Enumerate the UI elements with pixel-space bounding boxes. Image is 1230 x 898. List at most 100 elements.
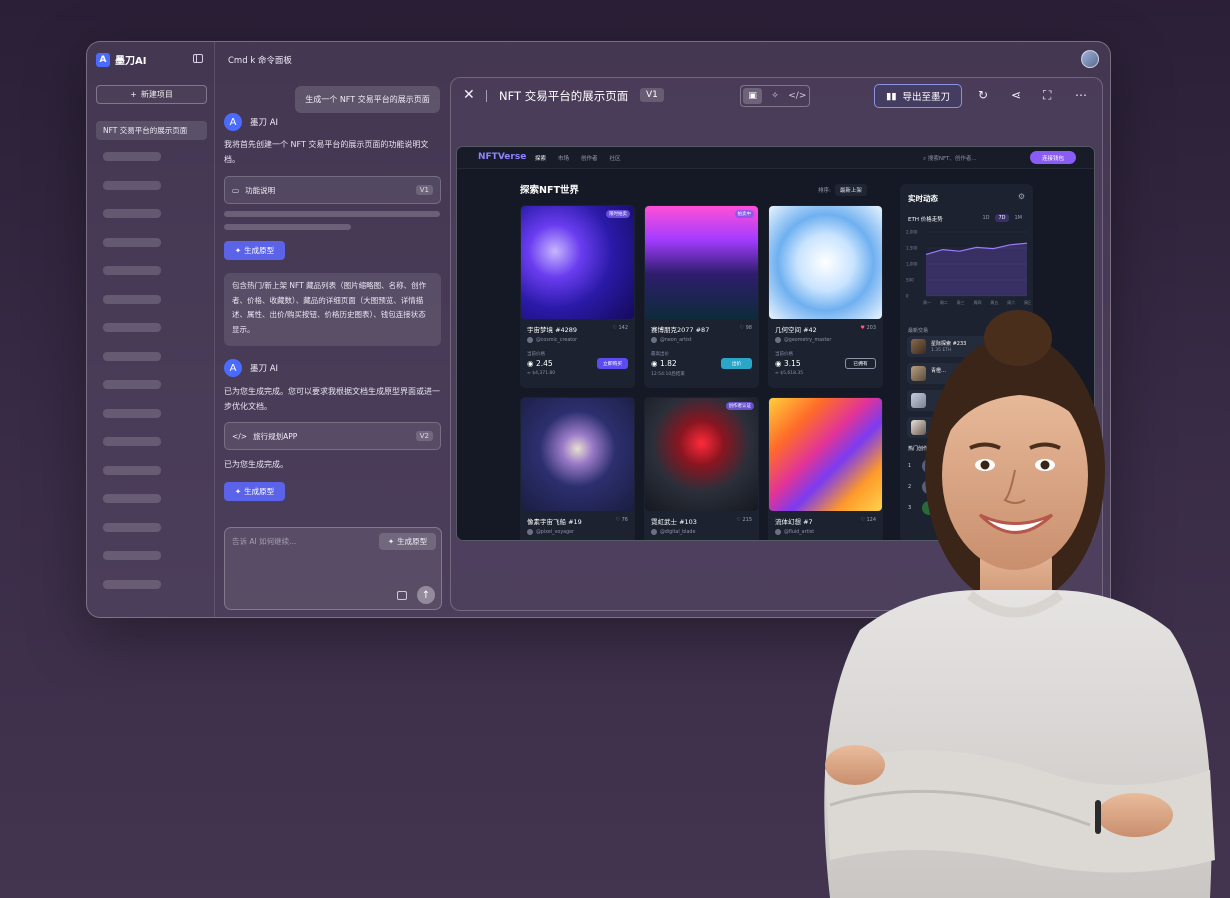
nft-creator[interactable]: @digital_blade [651, 529, 695, 535]
sort-control[interactable]: 排序: 最新上架 [818, 184, 867, 196]
input-generate-label: 生成原型 [397, 537, 428, 546]
nft-creator[interactable]: @cosmic_creator [527, 337, 577, 343]
document-icon: ▭ [232, 185, 240, 195]
mock-nav-item[interactable]: 社区 [610, 154, 621, 162]
doc-card-version: V1 [415, 185, 433, 195]
nft-action-button[interactable]: 立即购买 [597, 358, 628, 369]
sidebar-item-placeholder [103, 580, 161, 589]
sparkle-icon: ✦ [234, 487, 242, 496]
mock-search-input[interactable]: ⌕ 搜索NFT、创作者... [923, 154, 977, 163]
nft-badge: 创作者认证 [725, 402, 754, 410]
preview-mode-icon[interactable]: ▣ [743, 88, 763, 104]
sidebar-item-placeholder [103, 466, 161, 475]
nft-price: ◉ 1.82 [651, 359, 677, 368]
sidebar: A 墨刀AI + 新建项目 NFT 交易平台的展示页面 [87, 42, 215, 617]
sidebar-item-placeholder [103, 523, 161, 532]
generate-label: 生成原型 [244, 487, 275, 496]
preview-version-badge: V1 [640, 88, 664, 102]
user-avatar[interactable] [1081, 50, 1099, 68]
connect-wallet-button[interactable]: 连接钱包 [1030, 151, 1076, 164]
preview-title: NFT 交易平台的展示页面 [499, 89, 629, 103]
chart-y-tick: 1,000 [906, 262, 918, 267]
nft-creator[interactable]: @pixel_voyager [527, 529, 574, 535]
nft-creator[interactable]: @neon_artist [651, 337, 692, 343]
nft-name: 赛博朋克2077 #87 [651, 326, 710, 334]
range-switch: 1D 7D 1M [979, 214, 1025, 222]
export-button[interactable]: ▮▮ 导出至墨刀 [874, 84, 962, 108]
share-icon[interactable]: ⋖ [1011, 88, 1021, 102]
nft-likes-count: 215 [742, 517, 752, 523]
creator-avatar [527, 529, 533, 535]
fullscreen-icon[interactable]: ⛶ [1043, 88, 1051, 103]
logo-icon: A [96, 52, 110, 67]
generate-label: 生成原型 [244, 246, 275, 255]
mock-search-placeholder: 搜索NFT、创作者... [927, 156, 977, 162]
mock-navbar: NFTVerse 探索 市场 创作者 社区 ⌕ 搜索NFT、创作者... 连接钱… [457, 147, 1094, 169]
refresh-icon[interactable]: ↻ [978, 88, 988, 102]
gear-icon[interactable]: ⚙ [1018, 192, 1025, 201]
nft-price-label: 当前价格 [527, 352, 545, 357]
sidebar-item-placeholder [103, 551, 161, 560]
sidebar-item-placeholder [103, 181, 161, 190]
nft-card[interactable]: 创作者认证 霓虹武士 #103 ♡ 215 @digital_blade [644, 397, 759, 540]
nft-likes[interactable]: ♡ 215 [736, 517, 752, 523]
image-upload-icon[interactable] [397, 591, 407, 600]
nft-usd: ≈ $4,371.80 [527, 371, 556, 376]
brand-logo[interactable]: A 墨刀AI [96, 52, 146, 67]
sparkle-icon: ✦ [234, 246, 242, 255]
eth-price-chart: 2,0001,5001,0005000周一周二周三周四周五周六周日 [906, 230, 1031, 306]
prototype-card[interactable]: </> 旅行规划APP V2 [224, 422, 441, 450]
edit-mode-icon[interactable]: ✧ [765, 88, 784, 104]
nft-card[interactable]: 限时拍卖 宇宙梦境 #4289 ♡ 142 @cosmic_creator 当前… [520, 205, 635, 388]
sidebar-item-active[interactable]: NFT 交易平台的展示页面 [96, 121, 207, 140]
sidebar-toggle-icon[interactable] [193, 54, 203, 63]
mock-nav-item[interactable]: 探索 [535, 154, 546, 162]
brand-name: 墨刀AI [115, 56, 147, 67]
ai-done-text: 已为您生成完成。您可以要求我根据文档生成原型界面或进一步优化文档。 [224, 387, 440, 411]
input-generate-button[interactable]: ✦ 生成原型 [379, 533, 436, 550]
nft-price-label: 最高出价 [651, 352, 669, 357]
nft-card[interactable]: 拍卖中 赛博朋克2077 #87 ♡ 98 @neon_artist 最高出价 … [644, 205, 759, 388]
ai-name: 墨刀 AI [250, 364, 279, 374]
code-mode-icon[interactable]: </> [788, 88, 807, 104]
send-button[interactable]: ↑ [417, 586, 435, 604]
sort-select[interactable]: 最新上架 [834, 184, 867, 196]
ai-intro-text: 我将首先创建一个 NFT 交易平台的展示页面的功能说明文档。 [224, 140, 429, 164]
nft-likes-count: 142 [618, 325, 628, 331]
doc-card[interactable]: ▭ 功能说明 V1 [224, 176, 441, 204]
generate-prototype-button[interactable]: ✦ 生成原型 [224, 482, 285, 501]
nft-action-button[interactable]: 出价 [721, 358, 752, 369]
nft-likes[interactable]: ♡ 76 [616, 517, 628, 523]
mock-brand[interactable]: NFTVerse [478, 152, 526, 162]
chat-input[interactable]: 告诉 AI 如何继续... ✦ 生成原型 ↑ [224, 527, 442, 610]
sidebar-item-placeholder [103, 409, 161, 418]
spec-text: 包含热门/新上架 NFT 藏品列表（图片缩略图、名称、创作者、价格、收藏数）、藏… [224, 273, 441, 346]
sidebar-item-placeholder [103, 152, 161, 161]
range-1d[interactable]: 1D [979, 214, 992, 222]
nft-usd: 12:54:10后结束 [651, 372, 685, 377]
ai-header: A 墨刀 AI [224, 359, 278, 377]
nft-likes[interactable]: ♡ 98 [740, 325, 752, 331]
nft-badge: 限时拍卖 [606, 210, 630, 218]
nft-price-value: 2.45 [535, 359, 553, 368]
command-palette-hint[interactable]: Cmd k 命令面板 [228, 54, 292, 66]
ai-avatar-icon: A [224, 359, 242, 377]
eth-chart-label: ETH 价格走势 [908, 217, 943, 223]
mock-nav-item[interactable]: 市场 [558, 154, 569, 162]
more-icon[interactable]: ⋯ [1075, 88, 1087, 102]
chart-y-tick: 1,500 [906, 246, 918, 251]
nft-likes[interactable]: ♡ 142 [612, 325, 628, 331]
close-icon[interactable]: ✕ [463, 87, 475, 103]
view-mode-switch: ▣ ✧ </> [740, 85, 810, 107]
nft-card[interactable]: 像素宇宙飞船 #19 ♡ 76 @pixel_voyager [520, 397, 635, 540]
creator-handle: @cosmic_creator [536, 337, 578, 343]
new-project-button[interactable]: + 新建项目 [96, 85, 207, 104]
nft-image [521, 398, 634, 511]
generate-prototype-button[interactable]: ✦ 生成原型 [224, 241, 285, 260]
range-7d[interactable]: 7D [995, 214, 1009, 222]
mock-nav-item[interactable]: 创作者 [581, 154, 598, 162]
creator-handle: @pixel_voyager [536, 529, 575, 535]
range-1m[interactable]: 1M [1012, 214, 1026, 222]
sort-label: 排序: [818, 188, 831, 194]
smiling-woman-photo [824, 310, 1215, 898]
